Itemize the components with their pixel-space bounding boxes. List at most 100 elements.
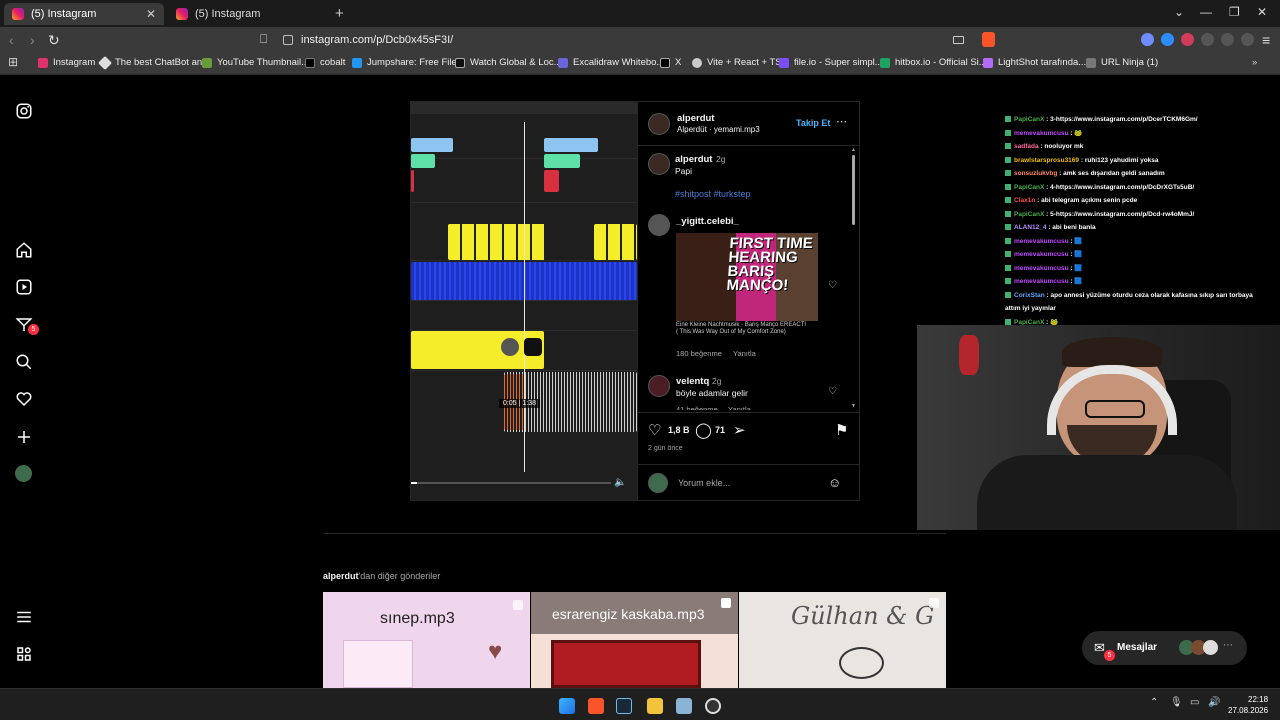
author-username[interactable]: alperdut	[677, 113, 714, 124]
new-tab-button[interactable]: +	[335, 5, 344, 22]
tab-search-icon[interactable]: ⌄	[1174, 5, 1184, 19]
bookmark-chatbot[interactable]: The best ChatBot an...	[97, 55, 210, 70]
chat-text: : abi beni banla	[1046, 224, 1096, 231]
back-icon[interactable]: ‹	[9, 32, 14, 48]
tagged-user-icon[interactable]	[524, 338, 542, 356]
steam-icon[interactable]	[616, 698, 632, 714]
comment-reply-button[interactable]: Yanıtla	[733, 349, 756, 358]
share-icon[interactable]: ➢	[733, 421, 746, 439]
home-icon[interactable]	[15, 241, 33, 259]
profile-icon[interactable]	[1221, 33, 1234, 46]
apps-grid-icon[interactable]: ⊞	[8, 55, 18, 69]
emoji-icon[interactable]: ☺	[828, 475, 841, 490]
comment-username[interactable]: _yigitt.celebi_	[676, 216, 739, 227]
extensions-puzzle-icon[interactable]	[1201, 33, 1214, 46]
close-tab-icon[interactable]: ✕	[146, 7, 156, 21]
profile-avatar-icon[interactable]	[15, 465, 32, 482]
comment-like-icon[interactable]: ♡	[828, 280, 837, 291]
video-progress[interactable]	[411, 482, 611, 484]
bookmark-icon[interactable]: ⎕	[260, 32, 267, 47]
reels-icon[interactable]	[15, 278, 33, 296]
system-clock[interactable]: 22:18 27.08.2026	[1228, 694, 1268, 716]
comment-input[interactable]: Yorum ekle...	[678, 478, 730, 488]
comment-likes[interactable]: 41 beğenme	[676, 405, 718, 410]
tab-instagram[interactable]: (5) Instagram	[168, 3, 328, 25]
tray-chevron-icon[interactable]: ⌃	[1150, 697, 1158, 708]
more-post-thumbnail[interactable]: sınep.mp3 ♥	[323, 592, 530, 688]
scroll-down-icon[interactable]: ▼	[851, 403, 856, 409]
photos-icon[interactable]	[676, 698, 692, 714]
instagram-logo-icon[interactable]	[15, 102, 33, 120]
like-count[interactable]: 1,8 B	[668, 425, 690, 435]
more-post-thumbnail[interactable]: esrarengiz kaskaba.mp3	[531, 592, 738, 688]
extension-icon[interactable]	[1181, 33, 1194, 46]
more-menu-icon[interactable]	[15, 608, 33, 626]
obs-icon[interactable]	[705, 698, 721, 714]
site-info-icon[interactable]	[283, 35, 293, 45]
bookmark-url-ninja[interactable]: URL Ninja (1)	[1086, 57, 1158, 68]
comment-icon[interactable]: ◯	[695, 421, 712, 439]
bookmark-instagram[interactable]: Instagram	[38, 57, 95, 68]
brave-browser-icon[interactable]	[588, 698, 604, 714]
brave-shields-icon[interactable]	[982, 32, 995, 47]
tab-instagram-active[interactable]: (5) Instagram ✕	[4, 3, 164, 25]
bookmark-cobalt[interactable]: cobalt	[305, 57, 345, 68]
menu-icon[interactable]: ≡	[1262, 32, 1270, 48]
audio-credit[interactable]: Alperdüt · yemami.mp3	[677, 125, 760, 134]
also-from-meta-icon[interactable]	[15, 645, 33, 663]
extension-icon[interactable]	[1161, 33, 1174, 46]
reload-icon[interactable]: ↻	[48, 32, 60, 49]
bookmark-vite[interactable]: Vite + React + TS	[692, 57, 782, 68]
comments-scrollbar[interactable]: ▲ ▼	[851, 147, 856, 410]
windows-start-icon[interactable]	[559, 698, 575, 714]
network-icon[interactable]: ▭	[1190, 697, 1199, 708]
author-avatar[interactable]	[648, 113, 670, 135]
bookmark-excalidraw[interactable]: Excalidraw Whitebo...	[558, 57, 664, 68]
scroll-up-icon[interactable]: ▲	[851, 147, 856, 153]
video-player[interactable]: 0:05 | 1:38 🔈	[411, 102, 637, 500]
more-posts-user[interactable]: alperdut	[323, 571, 359, 581]
caption-hashtags[interactable]: #shitpost #turkstep	[675, 189, 751, 199]
search-icon[interactable]	[15, 353, 33, 371]
comment-reply-button[interactable]: Yanıtla	[728, 405, 751, 410]
save-bookmark-icon[interactable]: ⚑	[835, 421, 848, 439]
caption-avatar[interactable]	[648, 153, 670, 175]
bookmark-hitbox[interactable]: hitbox.io - Official Si...	[880, 57, 987, 68]
minimize-button[interactable]: —	[1200, 5, 1212, 19]
forward-icon[interactable]: ›	[30, 32, 35, 48]
heart-icon[interactable]	[15, 390, 33, 408]
comment-like-icon[interactable]: ♡	[828, 386, 837, 397]
close-window-button[interactable]: ✕	[1257, 5, 1267, 19]
bookmark-lightshot[interactable]: LightShot tarafında...	[983, 57, 1086, 68]
comment-avatar[interactable]	[648, 375, 670, 397]
messages-pill-button[interactable]: ✉ 5 Mesajlar ⋯	[1082, 631, 1247, 665]
bookmark-youtube-thumbnail[interactable]: YouTube Thumbnail...	[202, 57, 309, 68]
more-options-icon[interactable]: ⋯	[836, 115, 847, 128]
follow-button[interactable]: Takip Et	[796, 118, 830, 128]
more-post-thumbnail[interactable]: Gülhan & G	[739, 592, 946, 688]
volume-icon[interactable]: 🔊	[1208, 697, 1220, 708]
bookmark-jumpshare[interactable]: Jumpshare: Free File...	[352, 57, 465, 68]
cast-icon[interactable]	[953, 36, 964, 44]
comment-username[interactable]: velentq	[676, 376, 709, 387]
url-field[interactable]: instagram.com/p/Dcb0x45sF3I/	[283, 29, 1003, 51]
bookmark-x[interactable]: X	[660, 57, 681, 68]
volume-icon[interactable]: 🔈	[614, 477, 626, 488]
comment-avatar[interactable]	[648, 214, 670, 236]
microphone-icon[interactable]: 🎙	[1170, 697, 1183, 708]
like-icon[interactable]: ♡	[648, 421, 661, 439]
caption-username[interactable]: alperdut	[675, 154, 712, 165]
more-bookmarks-icon[interactable]: »	[1252, 57, 1257, 68]
scrollbar-thumb[interactable]	[852, 155, 855, 225]
taskbar: ⌃ 🎙 ▭ 🔊 22:18 27.08.2026	[0, 688, 1280, 720]
create-plus-icon[interactable]	[15, 428, 33, 446]
bookmark-watch-global[interactable]: Watch Global & Loc...	[455, 57, 562, 68]
file-explorer-icon[interactable]	[647, 698, 663, 714]
vpn-icon[interactable]	[1241, 33, 1254, 46]
maximize-button[interactable]: ❐	[1229, 5, 1240, 19]
extension-icon[interactable]	[1141, 33, 1154, 46]
more-posts-title: alperdut'dan diğer gönderiler	[323, 571, 440, 581]
bookmark-fileio[interactable]: file.io - Super simpl...	[779, 57, 883, 68]
messages-badge: 5	[1104, 650, 1115, 661]
comment-likes[interactable]: 180 beğenme	[676, 349, 722, 358]
